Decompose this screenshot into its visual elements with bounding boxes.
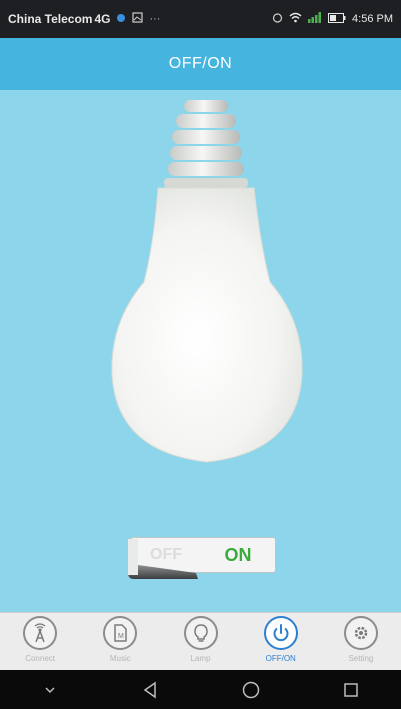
network-type: 4G — [94, 12, 111, 26]
nav-label-connect: Connect — [25, 654, 55, 663]
back-icon[interactable] — [130, 675, 170, 705]
cellular-icon — [308, 12, 322, 26]
bottom-nav: Connect M Music Lamp OFF/ON Setting — [0, 612, 401, 670]
nav-label-lamp: Lamp — [190, 654, 211, 663]
system-nav-bar — [0, 670, 401, 709]
recents-icon[interactable] — [331, 675, 371, 705]
nav-item-connect[interactable]: Connect — [0, 613, 80, 670]
home-icon[interactable] — [231, 675, 271, 705]
gear-icon — [343, 616, 378, 650]
antenna-icon — [23, 616, 58, 650]
switch-on-label: ON — [224, 544, 252, 565]
nav-item-music[interactable]: M Music — [80, 613, 160, 670]
main-panel: OFF ON — [0, 90, 401, 612]
status-right: 4:56 PM — [272, 12, 393, 26]
clock: 4:56 PM — [352, 13, 393, 25]
down-chevron-icon[interactable] — [30, 675, 70, 705]
wifi-icon — [289, 12, 302, 26]
carrier-name: China Telecom — [8, 12, 93, 26]
music-file-icon: M — [103, 616, 138, 650]
power-toggle-switch[interactable]: OFF ON — [126, 535, 278, 579]
nav-item-setting[interactable]: Setting — [321, 613, 401, 670]
bulb-icon — [183, 616, 218, 650]
light-bulb-image[interactable] — [92, 92, 322, 472]
nav-label-off-on: OFF/ON — [265, 654, 296, 663]
status-bar: China Telecom 4G ··· 4:56 PM — [0, 0, 401, 38]
status-icons: ··· — [116, 12, 272, 26]
switch-lever-icon[interactable] — [126, 535, 202, 581]
battery-icon — [328, 12, 346, 26]
nav-label-music: Music — [109, 654, 131, 663]
image-notification-icon — [132, 12, 144, 26]
nav-item-lamp[interactable]: Lamp — [160, 613, 240, 670]
more-notifications-icon: ··· — [149, 13, 161, 25]
title-bar: OFF/ON — [0, 38, 401, 90]
alarm-icon — [272, 12, 283, 26]
page-title: OFF/ON — [168, 55, 233, 72]
svg-text:M: M — [118, 633, 124, 640]
power-icon — [263, 616, 298, 650]
nav-item-off-on[interactable]: OFF/ON — [241, 613, 321, 670]
nav-label-setting: Setting — [348, 654, 374, 663]
signal-icon — [116, 12, 126, 26]
